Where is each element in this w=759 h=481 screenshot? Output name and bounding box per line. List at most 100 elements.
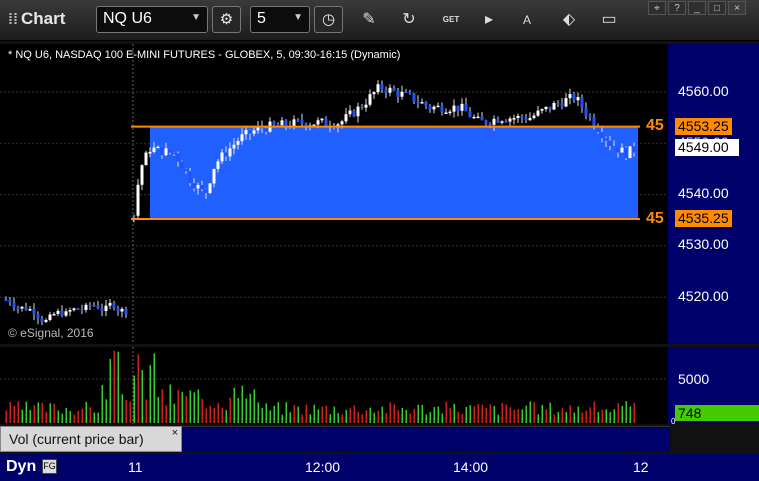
price-axis[interactable]: 4560.00 4550.00 4540.00 4530.00 4520.00 … [668,44,759,344]
candle-body [340,121,344,125]
help-icon[interactable]: ? [668,1,686,15]
candle-body [412,93,416,102]
volume-bar [321,406,323,423]
candle-body [16,307,20,310]
pin-icon[interactable]: ⌖ [648,1,666,15]
volume-bar [341,414,343,423]
volume-bar [177,390,179,423]
volume-bar [313,404,315,423]
candle-body [348,110,352,115]
volume-bar [57,410,59,423]
volume-bar [561,408,563,423]
candle-body [204,189,208,193]
volume-study-tab[interactable]: Vol (current price bar) × [0,426,182,452]
volume-bar [121,394,123,423]
volume-bar [257,402,259,423]
minimize-icon[interactable]: _ [688,1,706,15]
comment-icon[interactable]: ▭ [598,9,620,31]
candle-body [4,299,8,302]
volume-bar [33,405,35,423]
volume-bar [449,407,451,423]
volume-bar [45,411,47,423]
volume-bar [501,402,503,423]
candle-body [272,121,276,125]
candle-body [508,118,512,122]
chevron-down-icon[interactable]: ▼ [191,12,201,23]
chevron-down-icon[interactable]: ▼ [293,12,303,23]
volume-bar [365,410,367,423]
volume-bar [277,402,279,423]
grip-icon[interactable]: ⁞⁞ [8,11,18,28]
candle-body [600,132,604,139]
candle-body [560,103,564,107]
close-icon[interactable]: × [172,427,178,439]
volume-bar [541,404,543,423]
volume-axis[interactable]: 5000 748 0 [668,347,759,426]
symbol-combo[interactable]: NQ U6 ▼ [96,6,208,33]
candle-body [356,106,360,117]
range-rectangle[interactable] [150,126,638,219]
symbol-value: NQ U6 [103,10,152,27]
candle-body [136,184,140,216]
volume-bar [65,407,67,423]
pencil-icon[interactable]: ✎ [358,9,380,31]
volume-bar [325,405,327,423]
candle-body [372,92,376,95]
volume-bar [285,402,287,423]
volume-bar [165,405,167,423]
candle-body [516,115,520,119]
price-panel[interactable]: * NQ U6, NASDAQ 100 E-MINI FUTURES - GLO… [0,44,668,344]
get-icon[interactable]: GET [440,9,462,31]
candle-body [440,105,444,113]
volume-bar [9,401,11,423]
clock-icon[interactable]: ◷ [314,6,343,33]
volume-bar [105,399,107,423]
candle-body [428,105,432,110]
candle-body [624,147,628,159]
candle-body [156,146,160,149]
volume-bar [617,403,619,423]
candle-body [580,97,584,108]
candle-body [504,121,508,123]
alert-icon[interactable]: A [516,9,538,31]
candle-body [8,299,12,303]
candle-body [576,97,580,101]
candle-body [564,98,568,107]
candle-body [540,109,544,111]
candle-body [612,145,616,148]
volume-panel[interactable] [0,347,668,424]
volume-bar [553,414,555,423]
candle-body [448,111,452,114]
close-icon[interactable]: × [728,1,746,15]
volume-bar [405,409,407,423]
volume-chart [0,347,668,424]
candle-body [536,110,540,116]
play-icon[interactable]: ▸ [478,9,500,31]
candle-body [520,115,524,119]
candle-body [56,310,60,314]
volume-bar [569,405,571,423]
volume-bar [213,407,215,423]
lock-icon[interactable]: FG [42,459,57,474]
volume-bar [369,407,371,423]
candle-body [120,308,124,312]
volume-bar [233,387,235,423]
candle-body [388,87,392,93]
volume-zero-tick: 0 [671,417,676,426]
volume-bar [609,412,611,423]
volume-bar [557,411,559,423]
dynamic-mode-label[interactable]: Dyn [6,458,36,476]
volume-bar [141,370,143,423]
candle-body [116,308,120,312]
maximize-icon[interactable]: □ [708,1,726,15]
candle-body [40,318,44,322]
tag-icon[interactable]: ⬖ [558,9,580,31]
settings-icon[interactable]: ⚙ [212,6,241,33]
chart-window: ⁞⁞ Chart NQ U6 ▼ ⚙ 5 ▼ ◷ ✎ ↻ GET ▸ A ⬖ ▭ … [0,0,759,481]
refresh-icon[interactable]: ↻ [398,9,420,31]
time-axis[interactable]: Dyn FG 11 12:00 14:00 12 [0,454,668,481]
volume-bar [437,406,439,423]
candle-body [556,103,560,105]
volume-bar [545,409,547,423]
interval-combo[interactable]: 5 ▼ [250,6,310,33]
